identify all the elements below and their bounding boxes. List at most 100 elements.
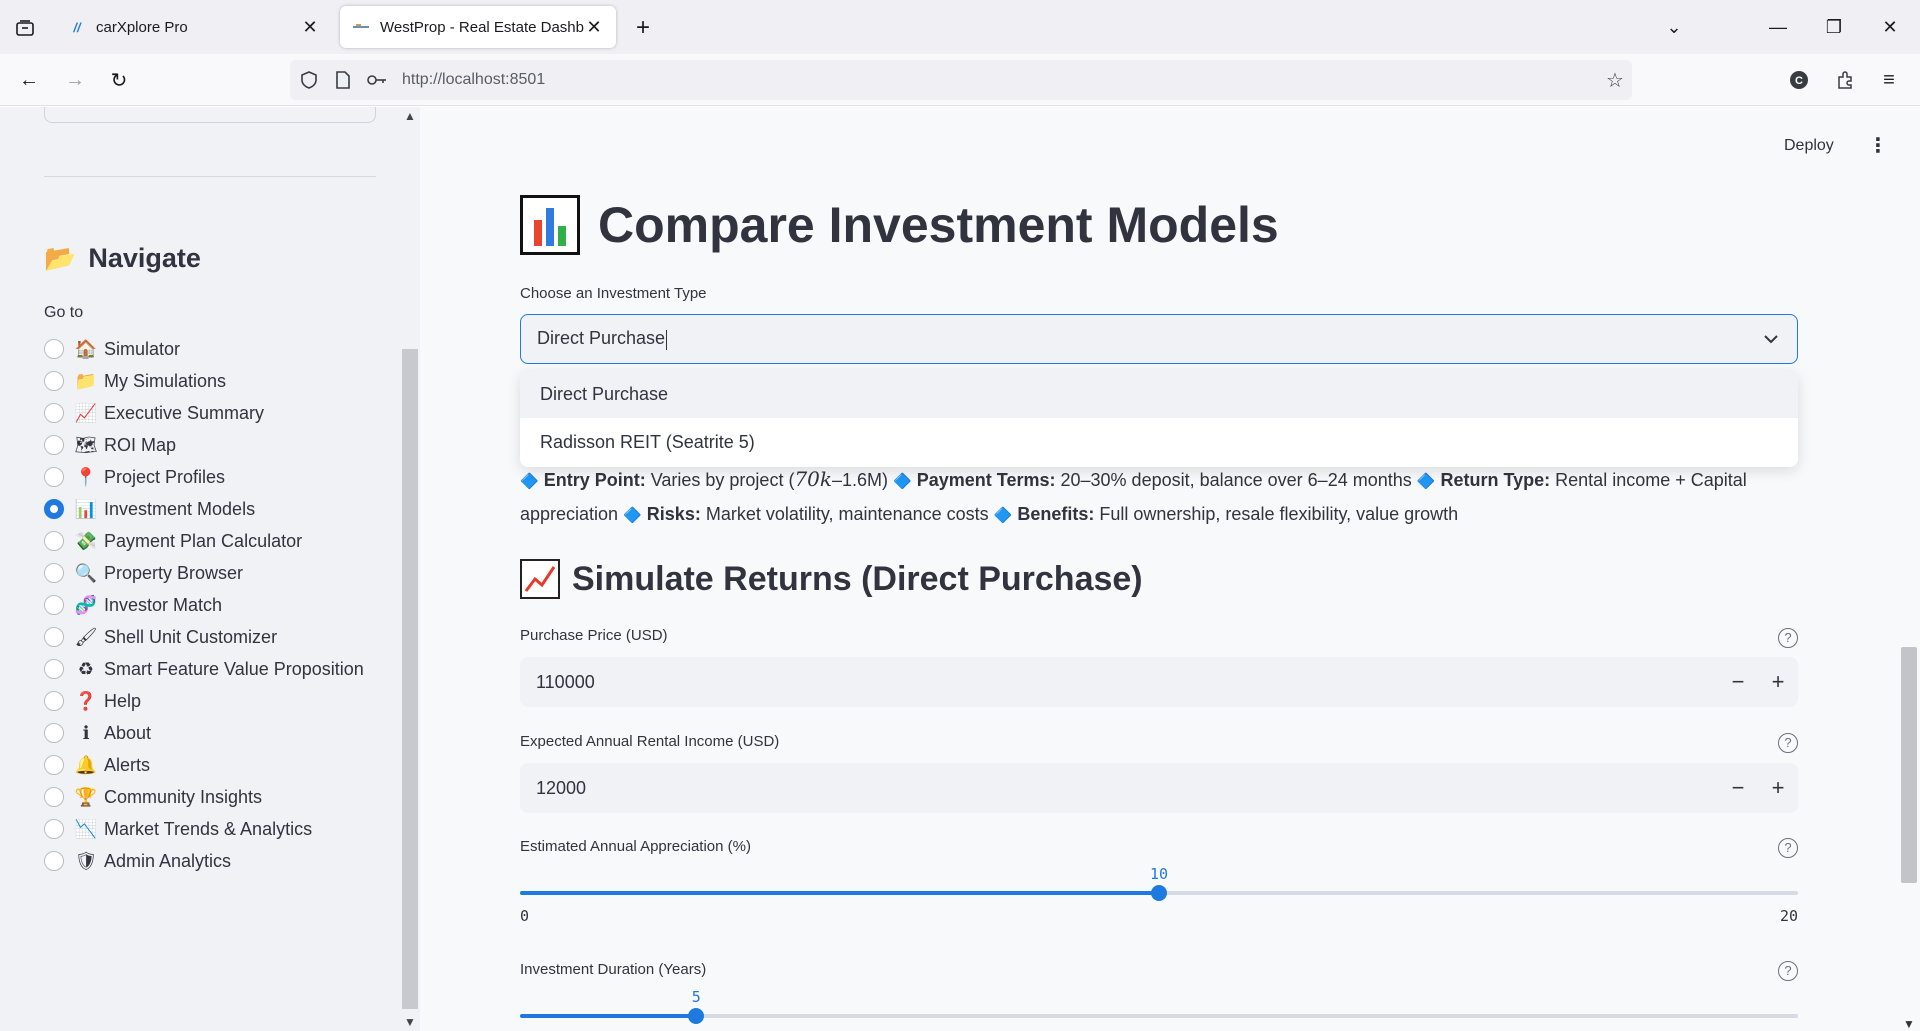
app-menu-icon[interactable]: ≡: [1872, 64, 1906, 96]
sidebar-item-label: Smart Feature Value Proposition: [104, 659, 364, 679]
close-tab-icon[interactable]: ✕: [584, 17, 604, 37]
deploy-button[interactable]: Deploy: [1784, 137, 1834, 155]
radio-button[interactable]: [44, 755, 64, 775]
scroll-up-icon[interactable]: ▲: [403, 109, 417, 123]
help-icon[interactable]: ?: [1778, 628, 1798, 648]
browser-tab-westprop[interactable]: WestProp - Real Estate Dashboard ✕: [340, 6, 616, 48]
sidebar-item-about[interactable]: ℹ About: [44, 717, 384, 749]
sidebar-item-property-browser[interactable]: 🔍 Property Browser: [44, 557, 384, 589]
sidebar-scrollbar-thumb[interactable]: [402, 349, 418, 1009]
radio-button[interactable]: [44, 371, 64, 391]
investment-info-text: 🔷 Entry Point: Varies by project (70k–1.…: [520, 463, 1798, 532]
radio-button[interactable]: [44, 787, 64, 807]
radio-button[interactable]: [44, 499, 64, 519]
sidebar-item-project-profiles[interactable]: 📍 Project Profiles: [44, 461, 384, 493]
radio-button[interactable]: [44, 627, 64, 647]
purchase-price-input[interactable]: 110000 − +: [520, 657, 1798, 707]
sidebar-input-stub[interactable]: [44, 107, 376, 123]
rental-income-input[interactable]: 12000 − +: [520, 763, 1798, 813]
shield-icon[interactable]: [294, 65, 324, 95]
radio-button[interactable]: [44, 403, 64, 423]
tab-list-icon[interactable]: [10, 14, 40, 42]
sidebar-item-label: Investor Match: [104, 595, 223, 615]
radio-button[interactable]: [44, 339, 64, 359]
list-all-tabs-icon[interactable]: ⌄: [1654, 12, 1694, 42]
sidebar-item-help[interactable]: ❓ Help: [44, 685, 384, 717]
bookmark-star-icon[interactable]: ☆: [1598, 63, 1632, 97]
sidebar-item-investor-match[interactable]: 🧬 Investor Match: [44, 589, 384, 621]
sidebar-item-investment-models[interactable]: 📊 Investment Models: [44, 493, 384, 525]
radio-button[interactable]: [44, 819, 64, 839]
sidebar-item-simulator[interactable]: 🏠 Simulator: [44, 333, 384, 365]
close-window-icon[interactable]: ✕: [1870, 12, 1910, 42]
decrement-button[interactable]: −: [1718, 763, 1758, 813]
main-content-area: Deploy ⋮ Compare Investment Models Choos…: [420, 107, 1920, 1031]
permissions-key-icon[interactable]: [362, 65, 392, 95]
radio-button[interactable]: [44, 723, 64, 743]
new-tab-icon[interactable]: +: [628, 14, 658, 42]
increment-button[interactable]: +: [1758, 657, 1798, 707]
main-scrollbar[interactable]: ▼: [1898, 147, 1920, 1031]
radio-button[interactable]: [44, 467, 64, 487]
help-icon[interactable]: ?: [1778, 733, 1798, 753]
extensions-icon[interactable]: [1828, 64, 1862, 96]
reload-icon[interactable]: ↻: [102, 64, 136, 96]
sidebar-item-shell-unit-customizer[interactable]: 🖌 Shell Unit Customizer: [44, 621, 384, 653]
sidebar-item-my-simulations[interactable]: 📁 My Simulations: [44, 365, 384, 397]
investment-type-value[interactable]: Direct Purchase: [537, 328, 665, 348]
sidebar-item-market-trends-analytics[interactable]: 📉 Market Trends & Analytics: [44, 813, 384, 845]
radio-button[interactable]: [44, 659, 64, 679]
sidebar-item-roi-map[interactable]: 🗺 ROI Map: [44, 429, 384, 461]
radio-button[interactable]: [44, 435, 64, 455]
radio-button[interactable]: [44, 531, 64, 551]
sidebar-item-label: Simulator: [104, 339, 181, 359]
decrement-button[interactable]: −: [1718, 657, 1758, 707]
radio-button[interactable]: [44, 851, 64, 871]
sidebar-item-community-insights[interactable]: 🏆 Community Insights: [44, 781, 384, 813]
page-title: Compare Investment Models: [520, 195, 1279, 255]
purchase-price-value[interactable]: 110000: [520, 672, 1718, 693]
main-menu-icon[interactable]: ⋮: [1868, 136, 1888, 157]
investment-type-label: Choose an Investment Type: [520, 285, 707, 302]
minimize-icon[interactable]: —: [1758, 12, 1798, 42]
close-tab-icon[interactable]: ✕: [300, 17, 320, 37]
scroll-down-icon[interactable]: ▼: [403, 1015, 417, 1029]
account-icon[interactable]: C: [1782, 64, 1816, 96]
restore-icon[interactable]: ❐: [1814, 12, 1854, 42]
sidebar-item-admin-analytics[interactable]: 🛡 Admin Analytics: [44, 845, 384, 877]
sidebar-item-label: Payment Plan Calculator: [104, 531, 303, 551]
slider-handle[interactable]: [688, 1008, 705, 1024]
sidebar-scrollbar[interactable]: ▲ ▼: [400, 107, 420, 1031]
investment-type-select[interactable]: Direct Purchase: [520, 314, 1798, 364]
help-icon[interactable]: ?: [1778, 838, 1798, 858]
back-icon[interactable]: ←: [12, 64, 46, 96]
radio-button[interactable]: [44, 595, 64, 615]
help-icon[interactable]: ?: [1778, 961, 1798, 981]
appreciation-slider[interactable]: 10 0 20: [520, 865, 1798, 925]
westprop-favicon-icon: [352, 18, 370, 36]
dropdown-option-direct-purchase[interactable]: Direct Purchase: [520, 370, 1798, 418]
sidebar-item-smart-feature-value-proposition[interactable]: ♻ Smart Feature Value Proposition: [44, 653, 384, 685]
sidebar-item-alerts[interactable]: 🔔 Alerts: [44, 749, 384, 781]
browser-tab-carxplore[interactable]: // carXplore Pro ✕: [56, 6, 332, 48]
increment-button[interactable]: +: [1758, 763, 1798, 813]
url-bar[interactable]: http://localhost:8501 ☆: [290, 60, 1632, 100]
url-text[interactable]: http://localhost:8501: [402, 71, 1598, 89]
scroll-down-icon[interactable]: ▼: [1902, 1017, 1916, 1031]
slider-handle[interactable]: [1151, 885, 1167, 901]
radio-button[interactable]: [44, 563, 64, 583]
forward-icon[interactable]: →: [58, 64, 92, 96]
diamond-icon: 🔷: [1416, 473, 1436, 490]
page-icon[interactable]: [328, 65, 358, 95]
sidebar-item-executive-summary[interactable]: 📈 Executive Summary: [44, 397, 384, 429]
radio-button[interactable]: [44, 691, 64, 711]
duration-slider[interactable]: 5: [520, 988, 1798, 1031]
rental-income-value[interactable]: 12000: [520, 778, 1718, 799]
chevron-down-icon[interactable]: [1761, 329, 1781, 349]
sidebar-item-icon: 🧬: [74, 595, 98, 615]
dropdown-option-radisson-reit[interactable]: Radisson REIT (Seatrite 5): [520, 418, 1798, 466]
main-scrollbar-thumb[interactable]: [1901, 647, 1917, 883]
slider-track[interactable]: [520, 1014, 1798, 1018]
sidebar-item-payment-plan-calculator[interactable]: 💸 Payment Plan Calculator: [44, 525, 384, 557]
rental-income-label: Expected Annual Rental Income (USD): [520, 733, 780, 750]
